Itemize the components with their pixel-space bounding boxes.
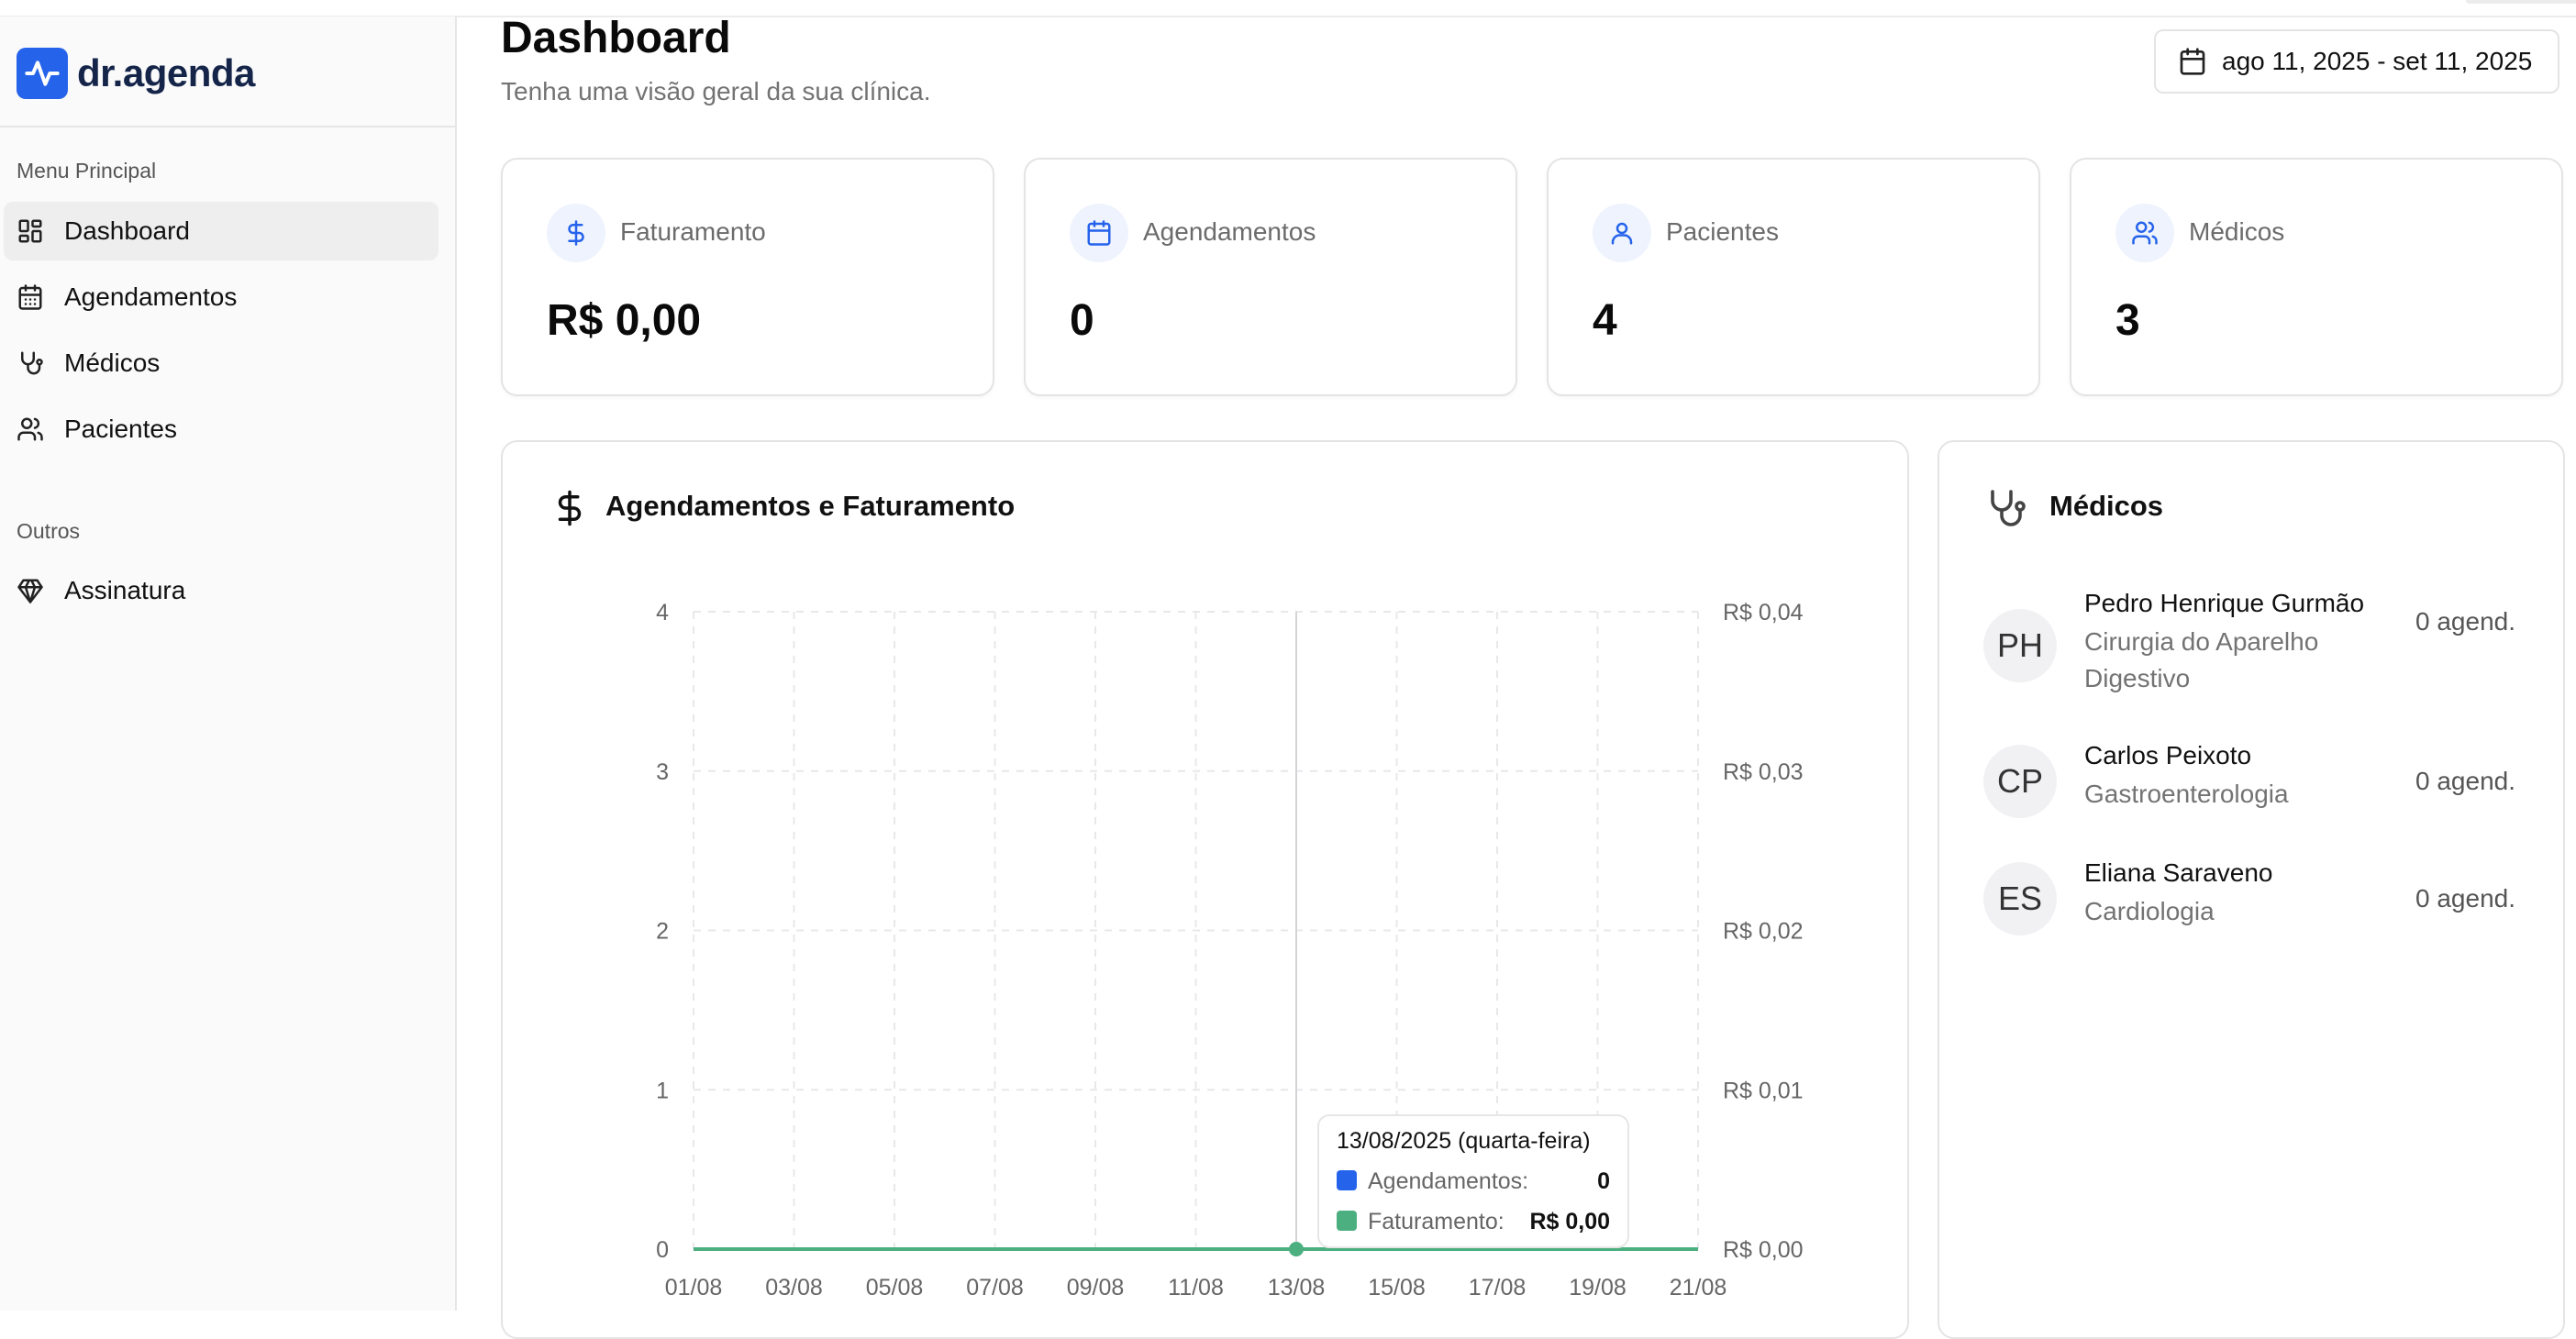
x-tick-label: 17/08 [1469,1275,1527,1300]
avatar: PH [1983,609,2057,682]
doctors-title: Médicos [2049,490,2164,522]
x-tick-label: 19/08 [1569,1275,1627,1300]
doctor-specialty: Cardiologia [2084,897,2215,925]
tooltip-swatch [1337,1211,1357,1231]
tooltip-value: R$ 0,00 [1529,1209,1610,1234]
doctor-item[interactable]: CP Carlos Peixoto Gastroenterologia 0 ag… [1983,741,2515,827]
date-range-label: ago 11, 2025 - set 11, 2025 [2222,47,2533,75]
date-range-picker[interactable]: ago 11, 2025 - set 11, 2025 [2154,29,2559,94]
stat-card-medicos: Médicos 3 [2070,158,2563,396]
tooltip-label: Agendamentos: [1368,1168,1528,1194]
y-tick-label-left: 4 [656,600,669,625]
y-tick-label-left: 0 [656,1237,669,1263]
stethoscope-icon [1983,486,2027,535]
doctor-specialty: Gastroenterologia [2084,780,2289,808]
doctor-item[interactable]: PH Pedro Henrique Gurmão Cirurgia do Apa… [1983,589,2515,699]
doctor-name: Carlos Peixoto [2084,741,2252,769]
stat-value: 3 [2115,296,2140,345]
y-tick-label-right: R$ 0,03 [1723,759,1804,785]
y-tick-label-right: R$ 0,04 [1723,600,1804,625]
doctor-name: Pedro Henrique Gurmão [2084,589,2365,617]
doctor-appointments-count: 0 agend. [2415,884,2515,913]
chart-svg[interactable]: 0 1 2 3 4 R$ 0,00 R$ 0,01 R$ 0,02 R$ 0,03 R$ 0,04… [0,0,1908,1311]
y-tick-label-left: 2 [656,919,669,945]
x-tick-label: 01/08 [665,1275,723,1300]
y-tick-label-left: 1 [656,1078,669,1103]
tooltip-swatch [1337,1170,1357,1190]
doctor-appointments-count: 0 agend. [2415,607,2515,636]
x-tick-label: 13/08 [1268,1275,1326,1300]
x-tick-label: 11/08 [1168,1275,1224,1300]
y-tick-label-right: R$ 0,02 [1723,919,1804,945]
tooltip-label: Faturamento: [1368,1209,1505,1234]
y-tick-label-left: 3 [656,759,669,785]
users-icon [2115,204,2174,262]
doctor-appointments-count: 0 agend. [2415,767,2515,795]
x-tick-label: 05/08 [866,1275,924,1300]
tooltip-value: 0 [1597,1168,1610,1194]
doctors-panel: Médicos PH Pedro Henrique Gurmão Cirurgi… [1938,440,2565,1339]
tooltip-title: 13/08/2025 (quarta-feira) [1337,1128,1591,1154]
x-tick-label: 09/08 [1067,1275,1125,1300]
avatar: ES [1983,862,2057,935]
x-tick-label: 15/08 [1368,1275,1426,1300]
y-tick-label-right: R$ 0,00 [1723,1237,1804,1263]
x-tick-label: 07/08 [966,1275,1024,1300]
top-bar-button[interactable] [2466,0,2576,4]
doctor-name: Eliana Saraveno [2084,858,2273,887]
doctor-specialty: Cirurgia do Aparelho Digestivo [2084,627,2319,692]
doctor-item[interactable]: ES Eliana Saraveno Cardiologia 0 agend. [1983,858,2515,945]
calendar-icon [2178,47,2207,76]
x-tick-label: 21/08 [1670,1275,1727,1300]
avatar: CP [1983,745,2057,818]
stat-label: Médicos [2189,217,2285,246]
y-tick-label-right: R$ 0,01 [1723,1078,1804,1103]
active-point [1289,1242,1304,1256]
x-tick-label: 03/08 [765,1275,823,1300]
